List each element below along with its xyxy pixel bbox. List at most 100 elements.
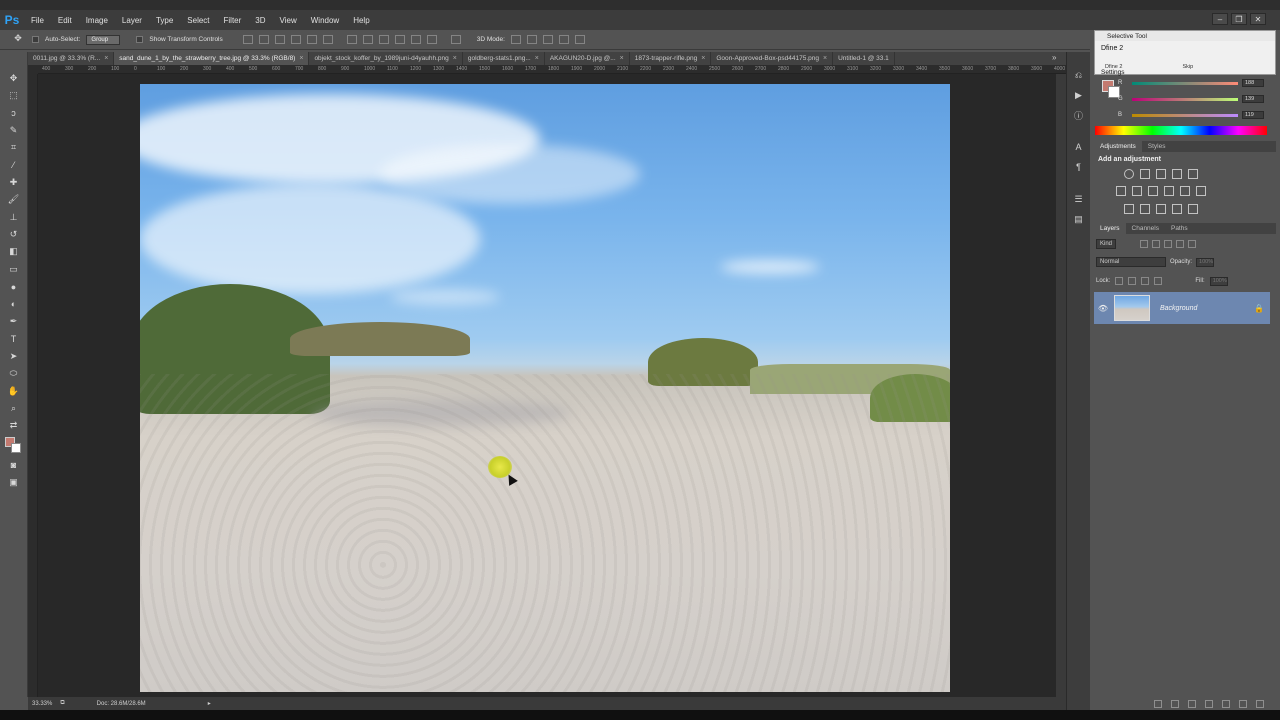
pen-tool-icon[interactable]: ✒: [6, 313, 22, 329]
menu-edit[interactable]: Edit: [51, 16, 79, 25]
maximize-button[interactable]: ❐: [1231, 13, 1247, 25]
auto-select-checkbox[interactable]: [32, 36, 39, 43]
doc-tab[interactable]: Goon-Approved-Box-psd44175.png ×: [711, 52, 834, 65]
screen-mode-icon[interactable]: ▣: [6, 475, 22, 491]
layer-row-background[interactable]: 👁 Background 🔒: [1094, 292, 1270, 324]
3d-scale-icon[interactable]: [574, 35, 585, 44]
doc-tab[interactable]: 1873-trapper-rifle.png ×: [630, 52, 712, 65]
levels-icon[interactable]: [1140, 169, 1150, 179]
move-tool-preset-icon[interactable]: ✥: [10, 31, 26, 47]
doc-tab[interactable]: 0011.jpg @ 33.3% (R... ×: [28, 52, 115, 65]
new-layer-icon[interactable]: [1239, 700, 1247, 708]
crop-tool-icon[interactable]: ⌗: [6, 140, 22, 156]
posterize-icon[interactable]: [1140, 204, 1150, 214]
menu-image[interactable]: Image: [79, 16, 115, 25]
color-spectrum-ramp[interactable]: [1095, 126, 1267, 135]
menu-type[interactable]: Type: [149, 16, 180, 25]
3d-slide-icon[interactable]: [558, 35, 569, 44]
opacity-field[interactable]: 100%: [1196, 257, 1215, 267]
menu-view[interactable]: View: [273, 16, 304, 25]
actions-icon[interactable]: ▶: [1072, 88, 1086, 102]
filter-adjustment-icon[interactable]: [1152, 240, 1161, 248]
green-value[interactable]: 139: [1242, 95, 1264, 103]
curves-icon[interactable]: [1156, 169, 1166, 179]
close-tab-icon[interactable]: ×: [701, 55, 705, 62]
blend-mode-dropdown[interactable]: Normal: [1096, 257, 1166, 267]
hand-tool-icon[interactable]: ✋: [6, 383, 22, 399]
close-tab-icon[interactable]: ×: [535, 55, 539, 62]
blue-value[interactable]: 119: [1242, 111, 1264, 119]
quick-select-tool-icon[interactable]: ✎: [6, 122, 22, 138]
lock-transparency-icon[interactable]: [1115, 277, 1124, 285]
eyedropper-tool-icon[interactable]: ⁄: [6, 157, 22, 173]
green-slider[interactable]: [1132, 97, 1238, 101]
color-lookup-icon[interactable]: [1196, 186, 1206, 196]
history-icon[interactable]: ⎌: [1072, 68, 1086, 82]
gradient-map-icon[interactable]: [1188, 204, 1198, 214]
eraser-tool-icon[interactable]: ◧: [6, 244, 22, 260]
paragraph-icon[interactable]: ¶: [1072, 160, 1086, 174]
gradient-tool-icon[interactable]: ▭: [6, 261, 22, 277]
menu-window[interactable]: Window: [304, 16, 346, 25]
notes-icon[interactable]: ▤: [1072, 212, 1086, 226]
3d-pan-icon[interactable]: [542, 35, 553, 44]
character-icon[interactable]: A: [1072, 140, 1086, 154]
dodge-tool-icon[interactable]: ◐: [6, 296, 22, 312]
brightness-contrast-icon[interactable]: [1124, 169, 1134, 179]
canvas-area[interactable]: [38, 74, 1066, 697]
zoom-level[interactable]: 33.33%: [32, 701, 52, 707]
zoom-tool-icon[interactable]: ⌕: [6, 400, 22, 416]
selective-sub-right[interactable]: Skip: [1182, 64, 1193, 70]
distribute-bottom-icon[interactable]: [378, 35, 389, 44]
distribute-vcenter-icon[interactable]: [362, 35, 373, 44]
tab-paths[interactable]: Paths: [1165, 223, 1194, 234]
properties-icon[interactable]: ☰: [1072, 192, 1086, 206]
align-left-icon[interactable]: [290, 35, 301, 44]
delete-layer-icon[interactable]: [1256, 700, 1264, 708]
lasso-tool-icon[interactable]: ↄ: [6, 105, 22, 121]
selective-color-icon[interactable]: [1172, 204, 1182, 214]
layer-mask-icon[interactable]: [1188, 700, 1196, 708]
filter-smart-object-icon[interactable]: [1188, 240, 1197, 248]
share-icon[interactable]: ⧉: [60, 700, 64, 707]
tab-layers[interactable]: Layers: [1094, 223, 1126, 234]
healing-brush-tool-icon[interactable]: ✚: [6, 174, 22, 190]
blur-tool-icon[interactable]: ●: [6, 279, 22, 295]
close-tab-icon[interactable]: ×: [453, 55, 457, 62]
lock-position-icon[interactable]: [1141, 277, 1150, 285]
black-white-icon[interactable]: [1148, 186, 1158, 196]
distribute-hcenter-icon[interactable]: [410, 35, 421, 44]
close-tab-icon[interactable]: ×: [620, 55, 624, 62]
menu-file[interactable]: File: [24, 16, 51, 25]
status-menu-arrow-icon[interactable]: ▸: [208, 700, 211, 707]
close-tab-icon[interactable]: ×: [104, 55, 108, 62]
menu-select[interactable]: Select: [180, 16, 216, 25]
minimize-button[interactable]: –: [1212, 13, 1228, 25]
threshold-icon[interactable]: [1156, 204, 1166, 214]
filter-shape-icon[interactable]: [1176, 240, 1185, 248]
tab-adjustments[interactable]: Adjustments: [1094, 141, 1142, 152]
align-bottom-icon[interactable]: [274, 35, 285, 44]
sand-dune-photo[interactable]: [140, 84, 950, 692]
kind-filter-dropdown[interactable]: Kind: [1096, 239, 1117, 249]
exposure-icon[interactable]: [1172, 169, 1182, 179]
menu-filter[interactable]: Filter: [217, 16, 249, 25]
close-tab-icon[interactable]: ×: [299, 55, 303, 62]
info-icon[interactable]: ⓘ: [1072, 108, 1086, 122]
doc-tab[interactable]: goldberg-stats1.png... ×: [463, 52, 545, 65]
visibility-eye-icon[interactable]: 👁: [1094, 304, 1112, 313]
doc-tab[interactable]: objekt_stock_koffer_by_1989juni-d4yauhh.…: [309, 52, 463, 65]
close-tab-icon[interactable]: ×: [823, 55, 827, 62]
red-slider[interactable]: [1132, 81, 1238, 85]
tab-channels[interactable]: Channels: [1126, 223, 1165, 234]
new-group-icon[interactable]: [1222, 700, 1230, 708]
menu-help[interactable]: Help: [346, 16, 376, 25]
quick-mask-icon[interactable]: ◙: [6, 457, 22, 473]
distribute-top-icon[interactable]: [346, 35, 357, 44]
red-value[interactable]: 188: [1242, 79, 1264, 87]
color-balance-icon[interactable]: [1132, 186, 1142, 196]
align-vcenter-icon[interactable]: [258, 35, 269, 44]
filter-type-icon[interactable]: [1164, 240, 1173, 248]
auto-align-icon[interactable]: [450, 35, 461, 44]
link-layers-icon[interactable]: [1154, 700, 1162, 708]
